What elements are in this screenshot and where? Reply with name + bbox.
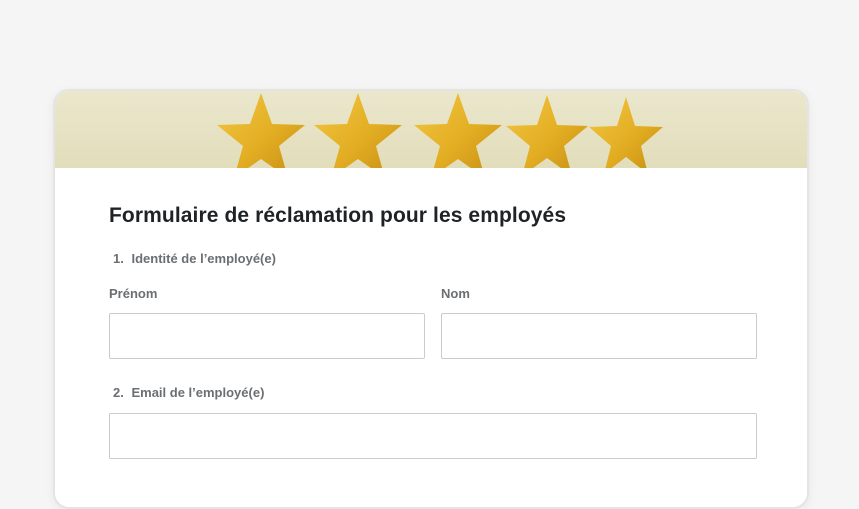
star-icon — [217, 93, 305, 168]
star-icon — [506, 95, 588, 168]
email-input[interactable] — [109, 413, 757, 459]
question-label: Identité de l’employé(e) — [131, 251, 276, 266]
star-icon — [414, 93, 502, 168]
banner-image — [55, 91, 807, 168]
form-body: Formulaire de réclamation pour les emplo… — [55, 168, 807, 507]
last-name-input[interactable] — [441, 313, 757, 359]
form-card: Formulaire de réclamation pour les emplo… — [53, 89, 809, 509]
first-name-label: Prénom — [109, 286, 158, 301]
question-employee-identity: 1. Identité de l’employé(e) — [113, 251, 276, 266]
question-number: 1. — [113, 251, 124, 266]
question-number: 2. — [113, 385, 124, 400]
question-employee-email: 2. Email de l’employé(e) — [113, 385, 264, 400]
last-name-label: Nom — [441, 286, 470, 301]
first-name-input[interactable] — [109, 313, 425, 359]
question-label: Email de l’employé(e) — [131, 385, 265, 400]
star-icon — [589, 97, 663, 168]
five-stars-icon — [217, 93, 663, 168]
star-icon — [314, 93, 402, 168]
form-title: Formulaire de réclamation pour les emplo… — [109, 204, 567, 227]
